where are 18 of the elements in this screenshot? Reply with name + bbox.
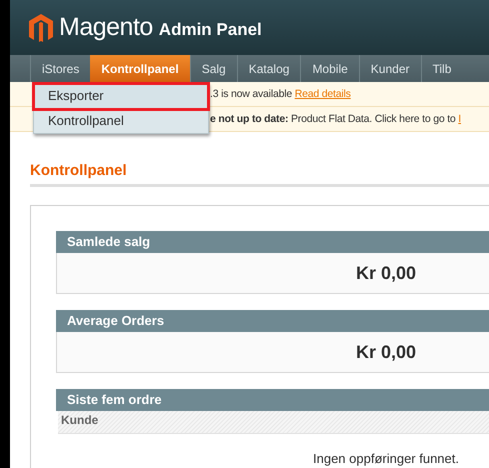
column-label: Kunde (61, 413, 98, 427)
empty-message: Ingen oppføringer funnet. (312, 450, 460, 466)
page-title: Kontrollpanel (30, 162, 489, 187)
menu-item[interactable]: Kontrollpanel (34, 109, 208, 133)
stat-value: Kr 0,00 (356, 342, 416, 362)
box-header: Average Orders (56, 310, 489, 332)
nav-tab[interactable]: Kontrollpanel (90, 55, 190, 82)
notice-link[interactable]: I (458, 113, 461, 125)
brand-name: Magento (59, 13, 153, 42)
notice-text: e not up to date: Product Flat Data. Click here to go to (210, 113, 456, 125)
menu-item[interactable]: Eksporter (34, 84, 208, 109)
box-header: Siste fem ordre (56, 389, 489, 411)
logo-icon (29, 14, 53, 42)
stat-value: Kr 0,00 (356, 262, 416, 284)
notice-link[interactable]: Read details (294, 88, 351, 100)
header-subtitle: Admin Panel (158, 20, 262, 40)
box-header: Samlede salg (56, 231, 489, 253)
notice-text: .3 is now available (210, 88, 292, 100)
